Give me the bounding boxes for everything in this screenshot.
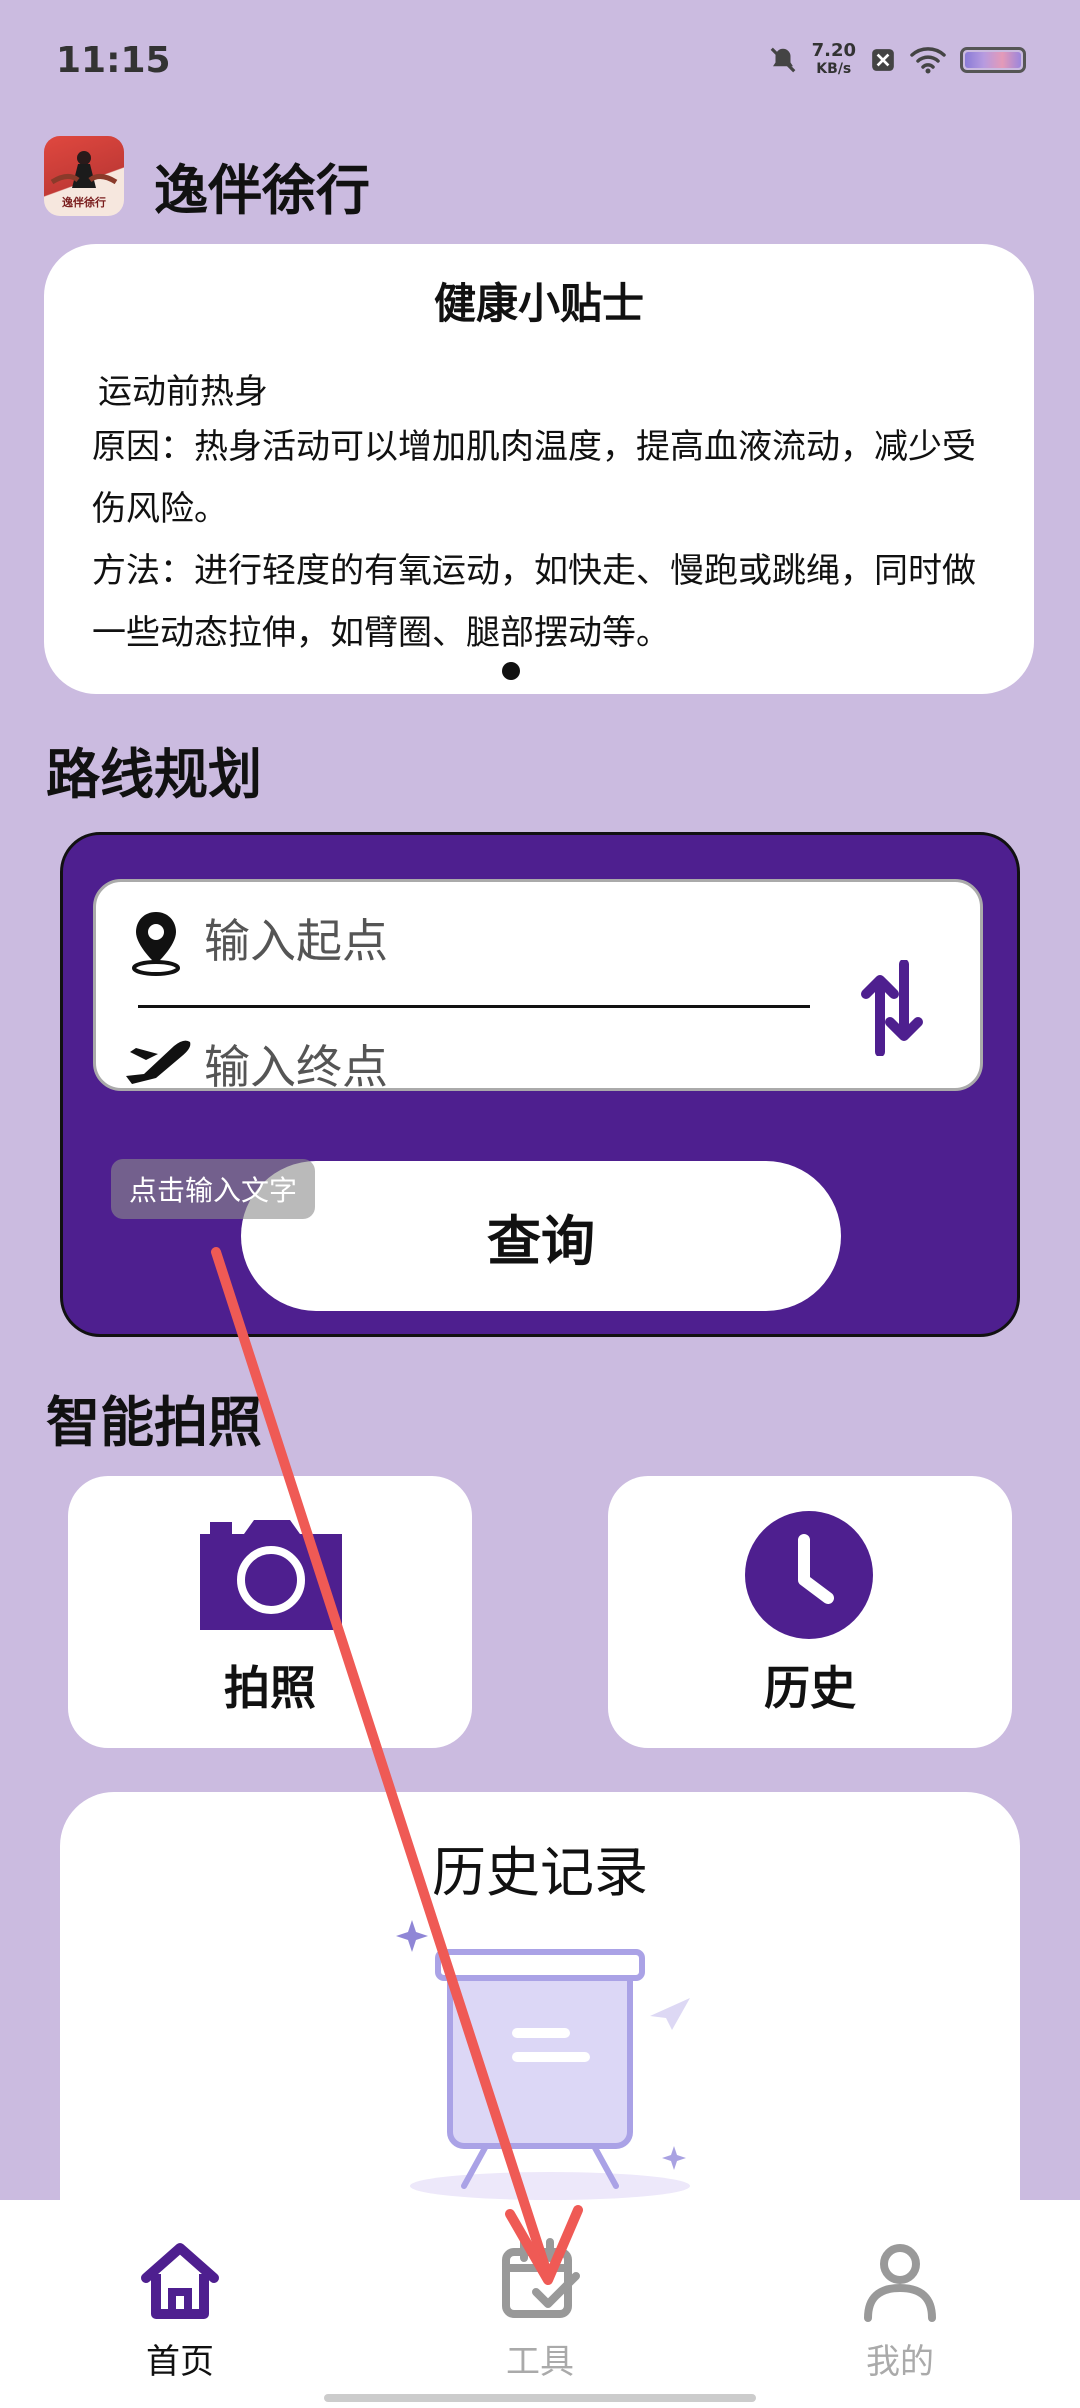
profile-icon (858, 2244, 942, 2326)
home-icon (138, 2243, 222, 2326)
health-tips-subtitle: 运动前热身 (98, 372, 268, 412)
app-logo: 逸伴徐行 (44, 136, 124, 216)
clock-icon (744, 1510, 874, 1644)
nav-item-profile[interactable]: 我的 (800, 2238, 1000, 2383)
health-tips-title: 健康小贴士 (433, 279, 644, 328)
history-tile[interactable]: 历史 (608, 1476, 1012, 1748)
mute-icon (768, 45, 798, 75)
net-speed: 7.20 KB/s (811, 40, 856, 78)
photo-tile[interactable]: 拍照 (68, 1476, 472, 1748)
photo-label: 拍照 (224, 1661, 316, 1715)
tools-icon (498, 2238, 582, 2326)
nav-label-profile: 我的 (866, 2342, 934, 2382)
sim-off-icon (870, 47, 896, 73)
bottom-nav: 首页 工具 我的 (0, 2200, 1080, 2408)
status-icons: 7.20 KB/s (768, 42, 1026, 78)
input-divider (138, 1005, 810, 1008)
logo-text: 逸伴徐行 (62, 195, 106, 209)
airplane-icon (122, 1034, 194, 1090)
health-tips-card: 健康小贴士 运动前热身 原因：热身活动可以增加肌肉温度，提高血液流动，减少受伤风… (44, 244, 1034, 694)
history-label: 历史 (764, 1661, 856, 1715)
camera-icon (196, 1516, 346, 1638)
app-title: 逸伴徐行 (154, 159, 370, 222)
home-indicator (324, 2394, 756, 2402)
smart-photo-title: 智能拍照 (46, 1391, 262, 1454)
route-inputs-panel (93, 879, 983, 1094)
health-tips-body: 原因：热身活动可以增加肌肉温度，提高血液流动，减少受伤风险。 方法：进行轻度的有… (92, 416, 1002, 664)
route-planning-title: 路线规划 (46, 743, 262, 806)
route-planning-card: 查询 点击输入文字 (60, 832, 1020, 1337)
battery-icon (960, 47, 1026, 73)
status-time: 11:15 (56, 40, 171, 81)
input-hint-tooltip: 点击输入文字 (111, 1159, 316, 1219)
history-title: 历史记录 (432, 1841, 648, 1904)
nav-label-home: 首页 (146, 2342, 214, 2382)
health-tips-method: 方法：进行轻度的有氧运动，如快走、慢跑或跳绳，同时做一些动态拉伸，如臂圈、腿部摆… (92, 551, 976, 653)
location-pin-icon (128, 908, 184, 980)
empty-state-illustration (390, 1900, 710, 2204)
nav-item-home[interactable]: 首页 (80, 2238, 280, 2383)
start-point-input[interactable] (204, 914, 764, 968)
nav-item-tools[interactable]: 工具 (440, 2238, 640, 2383)
end-point-input[interactable] (204, 1040, 764, 1094)
health-tips-reason: 原因：热身活动可以增加肌肉温度，提高血液流动，减少受伤风险。 (92, 427, 976, 529)
nav-label-tools: 工具 (506, 2342, 574, 2382)
page-indicator-dot (502, 662, 520, 680)
query-button[interactable]: 查询 (241, 1161, 841, 1311)
wifi-icon (910, 46, 946, 74)
swap-icon[interactable] (860, 959, 924, 1060)
